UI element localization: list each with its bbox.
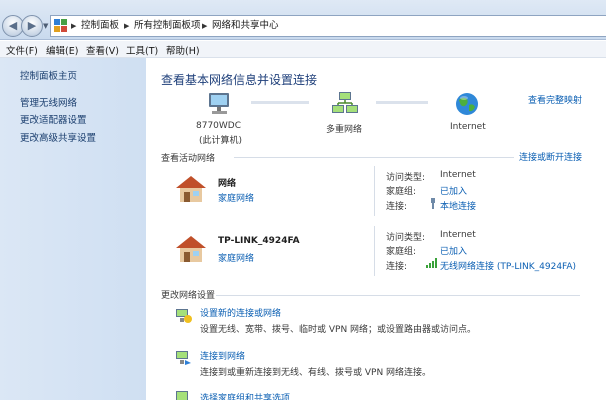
address-bar-region: ◀ ▶ ▼ ▶ 控制面板 ▶ 所有控制面板项 ▶ 网络和共享中心 bbox=[0, 0, 606, 40]
internet-label: Internet bbox=[450, 122, 486, 132]
breadcrumb-all-items[interactable]: 所有控制面板项 bbox=[134, 19, 201, 33]
page-title: 查看基本网络信息并设置连接 bbox=[161, 73, 318, 87]
homegroup-link[interactable]: 已加入 bbox=[440, 244, 467, 257]
connect-to-network-link[interactable]: 连接到网络 bbox=[200, 349, 245, 362]
map-connector-line bbox=[376, 101, 428, 104]
new-connection-icon bbox=[176, 309, 192, 323]
menu-edit[interactable]: 编辑(E) bbox=[46, 43, 78, 57]
main-content: 查看基本网络信息并设置连接 查看完整映射 8770WDC (此计算机) 多重网络… bbox=[146, 58, 606, 400]
multiple-networks-label: 多重网络 bbox=[326, 125, 363, 135]
local-connection-link[interactable]: 本地连接 bbox=[440, 199, 476, 212]
this-computer-label: (此计算机) bbox=[199, 136, 243, 146]
access-type-value: Internet bbox=[440, 170, 476, 180]
map-connector-line bbox=[251, 101, 309, 104]
setup-new-connection-desc: 设置无线、宽带、拨号、临时或 VPN 网络；或设置路由器或访问点。 bbox=[200, 325, 477, 335]
breadcrumb-separator-icon[interactable]: ▶ bbox=[202, 19, 207, 33]
change-settings-heading: 更改网络设置 bbox=[161, 291, 216, 301]
sidebar-item-advanced-sharing[interactable]: 更改高级共享设置 bbox=[20, 130, 96, 144]
breadcrumb-control-panel[interactable]: 控制面板 bbox=[81, 19, 119, 33]
access-type-value: Internet bbox=[440, 230, 476, 240]
homegroup-label: 家庭组: bbox=[386, 247, 417, 257]
connect-to-network-desc: 连接到或重新连接到无线、有线、拨号或 VPN 网络连接。 bbox=[200, 368, 432, 378]
menu-bar: 文件(F) 编辑(E) 查看(V) 工具(T) 帮助(H) bbox=[0, 41, 606, 58]
connect-disconnect-link[interactable]: 连接或断开连接 bbox=[519, 150, 582, 163]
menu-view[interactable]: 查看(V) bbox=[86, 43, 119, 57]
breadcrumb-network-center[interactable]: 网络和共享中心 bbox=[212, 19, 279, 33]
sidebar-item-adapter-settings[interactable]: 更改适配器设置 bbox=[20, 112, 87, 126]
connection-label: 连接: bbox=[386, 202, 408, 212]
home-network-icon bbox=[176, 236, 206, 262]
internet-globe-icon[interactable] bbox=[454, 91, 480, 117]
connection-label: 连接: bbox=[386, 262, 408, 272]
sidebar: 控制面板主页 管理无线网络 更改适配器设置 更改高级共享设置 bbox=[0, 58, 146, 400]
sidebar-home-link[interactable]: 控制面板主页 bbox=[20, 68, 77, 82]
setup-new-connection-link[interactable]: 设置新的连接或网络 bbox=[200, 306, 281, 319]
ethernet-plug-icon bbox=[431, 198, 435, 209]
network-name: 网络 bbox=[218, 179, 237, 189]
network-name: TP-LINK_4924FA bbox=[218, 236, 300, 246]
recent-pages-dropdown[interactable]: ▼ bbox=[43, 22, 48, 30]
breadcrumb-separator-icon[interactable]: ▶ bbox=[124, 19, 129, 33]
multiple-networks-icon[interactable] bbox=[331, 90, 359, 118]
access-type-label: 访问类型: bbox=[386, 233, 426, 243]
forward-button[interactable]: ▶ bbox=[21, 15, 43, 37]
sidebar-item-manage-wireless[interactable]: 管理无线网络 bbox=[20, 95, 77, 109]
wireless-connection-link[interactable]: 无线网络连接 (TP-LINK_4924FA) bbox=[440, 259, 576, 272]
arrow-right-icon: ▶ bbox=[27, 19, 37, 32]
connect-network-icon bbox=[176, 351, 191, 365]
network-type-link[interactable]: 家庭网络 bbox=[218, 191, 254, 204]
computer-icon[interactable] bbox=[206, 91, 234, 117]
divider bbox=[374, 166, 375, 216]
computer-name-label: 8770WDC bbox=[196, 121, 242, 131]
active-networks-heading: 查看活动网络 bbox=[161, 154, 216, 164]
homegroup-link[interactable]: 已加入 bbox=[440, 184, 467, 197]
divider bbox=[374, 226, 375, 276]
wireless-signal-icon bbox=[426, 258, 437, 268]
homegroup-label: 家庭组: bbox=[386, 187, 417, 197]
see-full-map-link[interactable]: 查看完整映射 bbox=[528, 93, 582, 106]
control-panel-icon bbox=[54, 19, 67, 32]
arrow-left-icon: ◀ bbox=[8, 19, 18, 32]
access-type-label: 访问类型: bbox=[386, 173, 426, 183]
breadcrumb-separator-icon[interactable]: ▶ bbox=[71, 19, 76, 33]
homegroup-sharing-icon bbox=[176, 391, 188, 400]
menu-help[interactable]: 帮助(H) bbox=[166, 43, 200, 57]
divider bbox=[216, 295, 580, 296]
home-network-icon bbox=[176, 176, 206, 202]
homegroup-sharing-link[interactable]: 选择家庭组和共享选项 bbox=[200, 391, 290, 400]
divider bbox=[234, 157, 514, 158]
menu-file[interactable]: 文件(F) bbox=[6, 43, 38, 57]
menu-tools[interactable]: 工具(T) bbox=[126, 43, 158, 57]
network-type-link[interactable]: 家庭网络 bbox=[218, 251, 254, 264]
